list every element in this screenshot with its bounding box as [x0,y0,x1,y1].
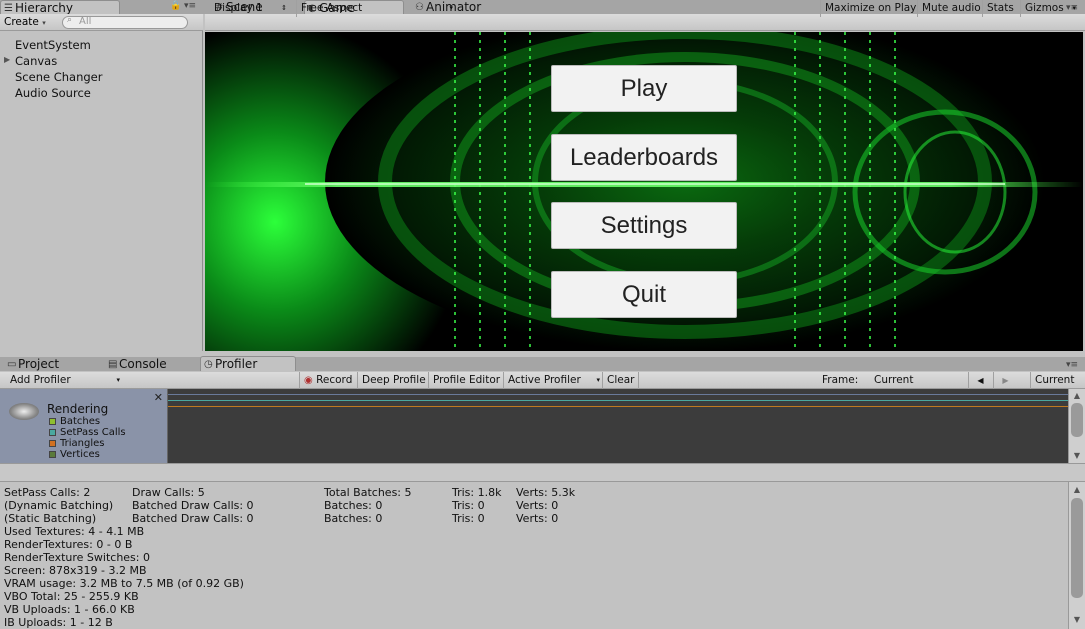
lock-icon[interactable]: 🔒 [170,1,181,11]
dropdown-arrow-icon: ▾ [596,376,600,384]
tab-hierarchy[interactable]: ☰ Hierarchy [0,0,120,15]
leaderboards-button[interactable]: Leaderboards [551,134,737,181]
dropdown-arrow-icon: ▾ [116,376,120,384]
record-icon: ◉ [304,375,313,386]
tab-project[interactable]: ▭ Project [4,357,99,371]
stat-line: Verts: 0 [516,512,559,525]
arrow-right-icon: ▶ [1002,376,1009,385]
hierarchy-item-scene-changer[interactable]: Scene Changer [15,70,102,84]
scroll-up-icon[interactable]: ▲ [1071,390,1083,402]
scroll-up-icon[interactable]: ▲ [1071,484,1083,496]
legend-swatch-vertices[interactable] [49,451,56,458]
settings-button[interactable]: Settings [551,202,737,249]
play-button[interactable]: Play [551,65,737,112]
panel-menu-icon[interactable]: ▾≡ [184,1,196,11]
console-icon: ▤ [108,359,118,370]
dropdown-arrow-icon: ▾ [42,19,46,27]
stat-line: IB Uploads: 1 - 12 B [4,616,113,629]
stat-line: Tris: 0 [452,499,485,512]
rendering-module-panel[interactable]: Rendering ✕ Batches SetPass Calls Triang… [0,389,168,463]
expand-arrow-icon[interactable]: ▶ [4,55,10,64]
legend-swatch-batches[interactable] [49,418,56,425]
next-frame-button[interactable]: ▶ [993,372,1017,389]
stat-line: Draw Calls: 5 [132,486,205,499]
mute-audio-button[interactable]: Mute audio [917,0,985,17]
graph-line-setpass [168,400,1068,401]
profiler-splitter[interactable] [0,463,1085,482]
stat-line: VB Uploads: 1 - 66.0 KB [4,603,135,616]
stats-col-draw-calls: Draw Calls: 5 Batched Draw Calls: 0 Batc… [132,486,254,525]
display-dropdown[interactable]: Display 1 ⇕ [210,0,290,17]
scroll-down-icon[interactable]: ▼ [1071,450,1083,462]
frame-value: Current [874,374,914,386]
stats-scrollbar[interactable]: ▲ ▼ [1068,482,1085,629]
stat-line: Tris: 1.8k [452,486,502,499]
search-icon: ⌕ [67,15,73,25]
legend-swatch-triangles[interactable] [49,440,56,447]
rendering-module-icon [9,403,39,420]
legend-label-setpass: SetPass Calls [60,427,126,438]
frame-label: Frame: [822,374,859,386]
tab-profiler[interactable]: ◷ Profiler [200,356,296,371]
stat-line: Batched Draw Calls: 0 [132,512,254,525]
profiler-graph[interactable] [168,389,1068,463]
create-dropdown[interactable]: Create ▾ [4,15,46,30]
stat-line: Verts: 0 [516,499,559,512]
legend-label-batches: Batches [60,416,101,427]
legend-label-vertices: Vertices [60,449,100,460]
stat-line: VRAM usage: 3.2 MB to 7.5 MB (of 0.92 GB… [4,577,244,590]
profile-editor-button[interactable]: Profile Editor [428,372,504,389]
legend-label-triangles: Triangles [60,438,105,449]
dropdown-arrow-icon: ▾ [449,4,453,12]
stats-col-batches: Total Batches: 5 Batches: 0 Batches: 0 [324,486,412,525]
legend-swatch-setpass[interactable] [49,429,56,436]
stats-button[interactable]: Stats [982,0,1018,17]
profiler-panel-menu-icon[interactable]: ▾≡ [1066,360,1078,370]
active-profiler-dropdown[interactable]: Active Profiler ▾ [503,372,602,389]
stat-line: Tris: 0 [452,512,485,525]
stat-line: Batches: 0 [324,499,383,512]
quit-button[interactable]: Quit [551,271,737,318]
dropdown-arrow-icon: ▾ [1072,4,1076,12]
prev-frame-button[interactable]: ◀ [968,372,992,389]
stat-line: Total Batches: 5 [324,486,412,499]
scroll-thumb[interactable] [1071,403,1083,437]
gizmos-dropdown[interactable]: Gizmos ▾ [1020,0,1078,17]
stat-line: VBO Total: 25 - 255.9 KB [4,590,139,603]
stat-line: RenderTexture Switches: 0 [4,551,150,564]
close-icon[interactable]: ✕ [154,391,163,404]
stat-line: RenderTextures: 0 - 0 B [4,538,133,551]
hierarchy-item-eventsystem[interactable]: EventSystem [15,38,91,52]
dropdown-arrow-icon: ⇕ [281,4,287,12]
stats-col-verts: Verts: 5.3k Verts: 0 Verts: 0 [516,486,575,525]
stat-line: Screen: 878x319 - 3.2 MB [4,564,147,577]
stats-col-tris: Tris: 1.8k Tris: 0 Tris: 0 [452,486,501,525]
module-title: Rendering [47,402,109,416]
stat-line: Verts: 5.3k [516,486,576,499]
hierarchy-search-input[interactable]: ⌕ All [62,15,188,29]
deep-profile-button[interactable]: Deep Profile [357,372,430,389]
aspect-dropdown[interactable]: Free Aspect ▾ [296,0,456,17]
add-profiler-dropdown[interactable]: Add Profiler ▾ [6,372,122,389]
scroll-down-icon[interactable]: ▼ [1071,614,1083,626]
arrow-left-icon: ◀ [977,376,984,385]
tab-console[interactable]: ▤ Console [105,357,195,371]
stat-line: Batched Draw Calls: 0 [132,499,254,512]
graph-scrollbar[interactable]: ▲ ▼ [1068,389,1085,463]
graph-line-batches [168,394,1068,395]
clear-button[interactable]: Clear [602,372,640,389]
hierarchy-item-canvas[interactable]: Canvas [15,54,57,68]
folder-icon: ▭ [7,359,17,370]
record-button[interactable]: ◉ Record [299,372,356,389]
maximize-on-play-button[interactable]: Maximize on Play [820,0,920,17]
scroll-thumb[interactable] [1071,498,1083,598]
stat-line: Batches: 0 [324,512,383,525]
hierarchy-item-audio-source[interactable]: Audio Source [15,86,91,100]
profiler-icon: ◷ [204,359,213,370]
current-frame-button[interactable]: Current [1030,372,1078,389]
stat-line: Used Textures: 4 - 4.1 MB [4,525,145,538]
graph-line-triangles [168,406,1068,407]
